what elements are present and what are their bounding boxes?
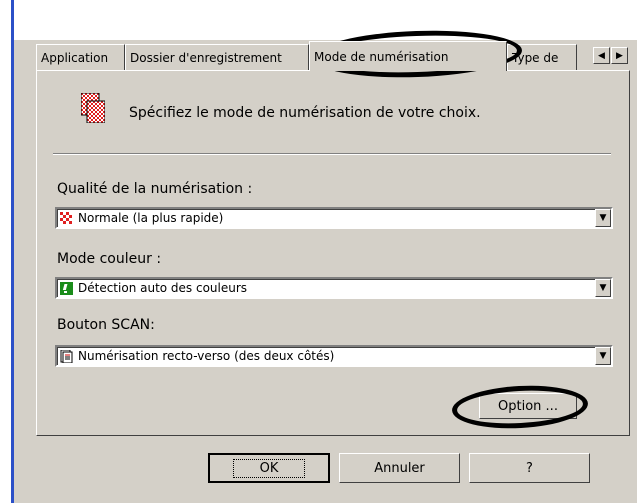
quality-value: Normale (la plus rapide) — [78, 211, 224, 225]
option-button-label: Option ... — [498, 398, 558, 414]
quality-select[interactable]: Normale (la plus rapide) ▼ — [55, 207, 613, 229]
top-background — [0, 0, 637, 40]
scan-button-select[interactable]: Numérisation recto-verso (des deux côtés… — [55, 345, 613, 367]
tab-dossier[interactable]: Dossier d'enregistrement — [125, 44, 309, 70]
help-button[interactable]: ? — [469, 453, 590, 483]
tab-scroll-left-icon[interactable]: ◀ — [593, 47, 610, 64]
tab-application[interactable]: Application — [36, 44, 125, 70]
color-mode-value: Détection auto des couleurs — [78, 281, 248, 295]
scan-button-label: Bouton SCAN: — [57, 317, 155, 333]
tab-type[interactable]: Type de — [507, 44, 577, 70]
scan-button-value: Numérisation recto-verso (des deux côtés… — [78, 349, 335, 363]
quality-label: Qualité de la numérisation : — [57, 181, 253, 197]
color-mode-label: Mode couleur : — [57, 251, 162, 267]
ok-button[interactable]: OK — [208, 453, 330, 483]
tab-label: Mode de numérisation — [314, 50, 449, 64]
ok-button-label: OK — [232, 458, 306, 478]
window-left-border — [11, 0, 14, 503]
scan-mode-checker-icon — [81, 93, 105, 123]
header-description: Spécifiez le mode de numérisation de vot… — [129, 105, 481, 121]
chevron-down-icon[interactable]: ▼ — [595, 209, 611, 227]
separator — [53, 153, 611, 155]
help-button-label: ? — [526, 460, 533, 476]
tab-label: Dossier d'enregistrement — [130, 51, 282, 65]
cancel-button[interactable]: Annuler — [339, 453, 460, 483]
chevron-down-icon[interactable]: ▼ — [595, 279, 611, 297]
option-button[interactable]: Option ... — [479, 393, 577, 419]
auto-color-icon — [60, 282, 73, 295]
checker-icon — [60, 212, 73, 225]
color-mode-select[interactable]: Détection auto des couleurs ▼ — [55, 277, 613, 299]
tab-label: Type de — [512, 51, 559, 65]
tab-panel: Spécifiez le mode de numérisation de vot… — [36, 70, 630, 436]
tab-mode-numerisation[interactable]: Mode de numérisation — [309, 41, 507, 71]
duplex-page-icon — [60, 350, 73, 363]
tab-label: Application — [41, 51, 109, 65]
chevron-down-icon[interactable]: ▼ — [595, 347, 611, 365]
left-background — [0, 0, 11, 503]
cancel-button-label: Annuler — [374, 460, 425, 476]
tab-scroll-right-icon[interactable]: ▶ — [611, 47, 628, 64]
